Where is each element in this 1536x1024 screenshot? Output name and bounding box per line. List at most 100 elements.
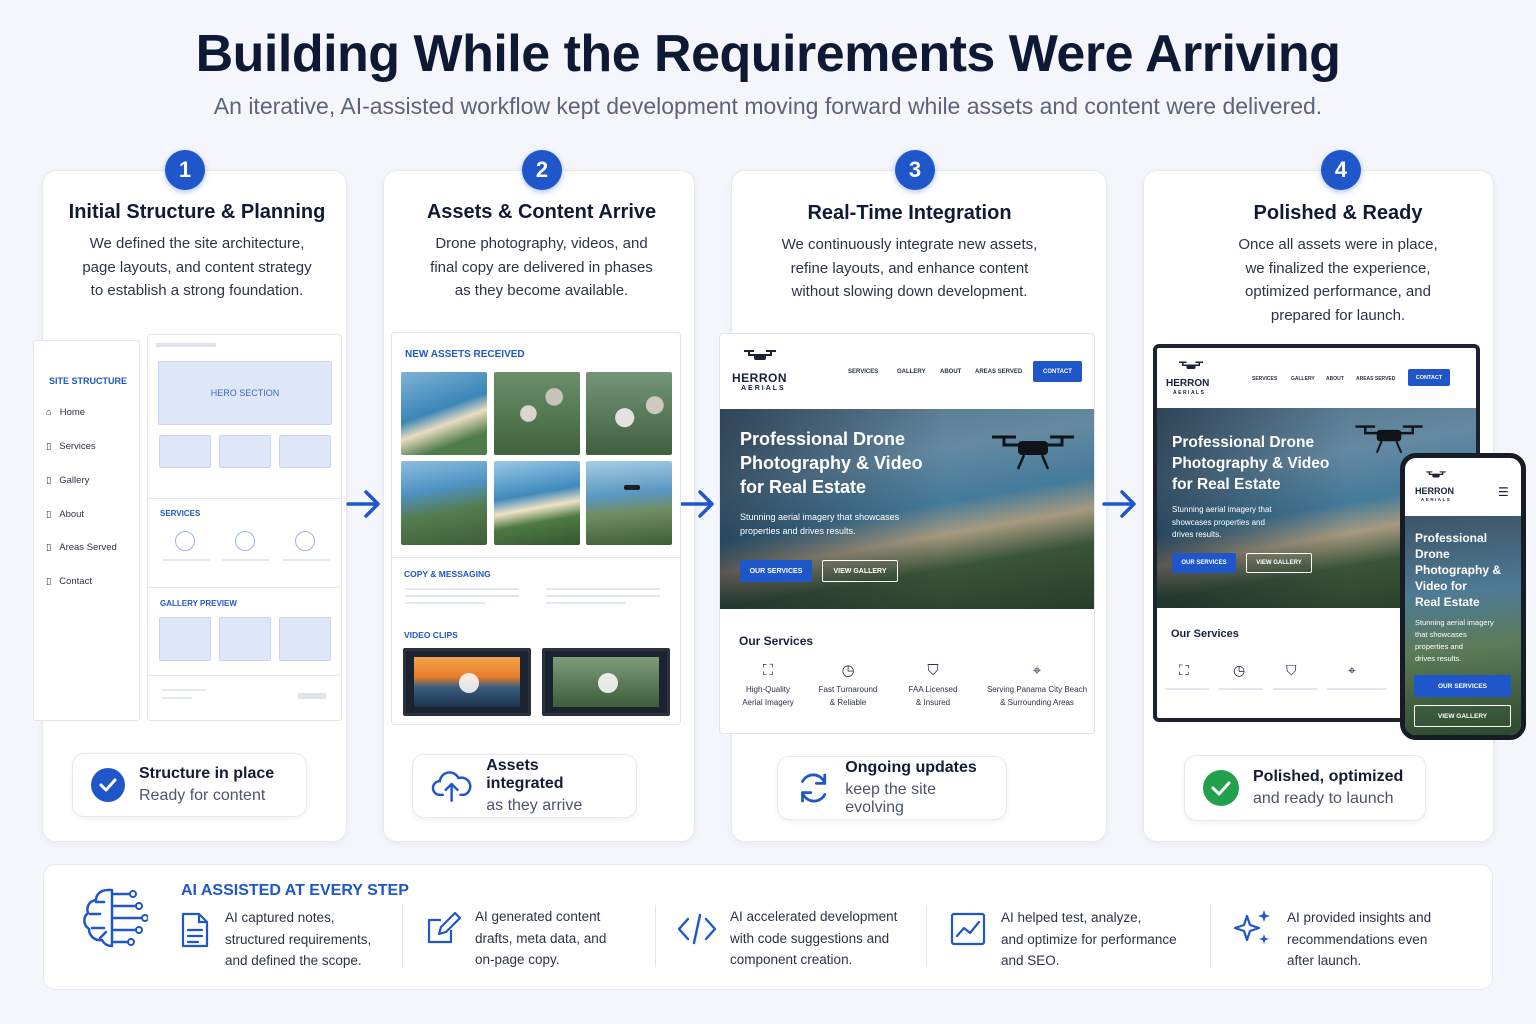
contact-button[interactable]: CONTACT xyxy=(1408,369,1450,386)
page-icon: ▯ xyxy=(46,509,52,520)
hero-heading: Professional Drone Photography & Video for… xyxy=(1172,434,1330,493)
step-badge-4: 4 xyxy=(1321,150,1361,190)
our-services-button[interactable]: OUR SERVICES xyxy=(1414,675,1511,697)
refresh-icon xyxy=(801,773,827,803)
mobile-hero-heading: Professional Drone Photography & Video for R… xyxy=(1415,531,1501,609)
cloud-upload-icon xyxy=(431,771,472,802)
hero-subtext: Stunning aerial imagery that showcases pr… xyxy=(740,512,900,536)
page-icon: ▯ xyxy=(46,475,52,486)
assets-heading: NEW ASSETS RECEIVED xyxy=(405,349,525,360)
site-structure-panel: SITE STRUCTURE ⌂ Home ▯ Services ▯ Gallery … xyxy=(33,340,140,721)
aerial-photo xyxy=(494,372,580,455)
step-desc-2: Drone photography, videos, and final copy… xyxy=(430,235,653,299)
wf-services-label: SERVICES xyxy=(160,509,201,518)
nav-about[interactable]: ABOUT xyxy=(940,369,961,375)
wf-nav-home[interactable]: ⌂ Home xyxy=(46,407,85,418)
brand-sub: AERIALS xyxy=(741,385,786,392)
ai-item-content: AI generated content drafts, meta data, a… xyxy=(475,909,607,967)
wf-hero: HERO SECTION xyxy=(158,361,332,425)
page-icon: ▯ xyxy=(46,576,52,587)
mobile-hero-subtext: Stunning aerial imagery that showcases pro… xyxy=(1415,618,1494,663)
contact-button[interactable]: CONTACT xyxy=(1033,361,1082,382)
nav-areas[interactable]: AREAS SERVED xyxy=(975,369,1022,375)
site-preview: HERRON AERIALS SERVICES GALLERY ABOUT AR… xyxy=(719,333,1095,734)
wf-nav-areas[interactable]: ▯ Areas Served xyxy=(46,542,117,553)
service-licensed: ⛉ FAA Licensed & Insured xyxy=(895,663,971,709)
step-badge-1: 1 xyxy=(165,150,205,190)
sparkle-icon xyxy=(1233,910,1270,944)
site-structure-label: SITE STRUCTURE xyxy=(49,376,128,386)
status-structure: Structure in place Ready for content xyxy=(72,753,307,817)
drone-icon xyxy=(992,435,1074,470)
wf-gallery-label: GALLERY PREVIEW xyxy=(160,599,237,608)
page-icon: ▯ xyxy=(46,441,52,452)
wireframe-page: HERO SECTION SERVICES GALLERY PREVIEW xyxy=(147,334,342,721)
location-icon: ⌖ xyxy=(1032,662,1042,679)
arrow-right-icon xyxy=(1102,490,1136,518)
view-gallery-button[interactable]: VIEW GALLERY xyxy=(1414,705,1511,727)
brand-logo: HERRON xyxy=(1415,486,1455,496)
aerial-photo xyxy=(401,461,487,545)
nav-gallery[interactable]: GALLERY xyxy=(897,369,925,375)
hero-subtext: Stunning aerial imagery that showcases pr… xyxy=(1172,505,1272,539)
wf-nav-about[interactable]: ▯ About xyxy=(46,509,84,520)
video-clip[interactable] xyxy=(403,648,531,716)
location-icon: ⌖ xyxy=(1348,662,1356,678)
page-subtitle: An iterative, AI-assisted workflow kept … xyxy=(213,93,1323,119)
mobile-hero: Professional Drone Photography & Video for R… xyxy=(1405,516,1521,735)
wf-nav-services[interactable]: ▯ Services xyxy=(46,441,96,452)
video-heading: VIDEO CLIPS xyxy=(404,630,458,640)
aerial-photo xyxy=(494,461,580,545)
aerial-photo xyxy=(401,372,487,455)
image-icon: ⛶ xyxy=(762,662,774,679)
brand-logo: HERRON xyxy=(732,371,788,385)
step-badge-2: 2 xyxy=(522,150,562,190)
nav-about[interactable]: ABOUT xyxy=(1326,376,1344,382)
our-services-button[interactable]: OUR SERVICES xyxy=(740,560,812,582)
check-circle-icon xyxy=(91,768,125,802)
nav-services[interactable]: SERVICES xyxy=(1252,376,1277,382)
code-icon xyxy=(677,913,717,945)
ai-item-requirements: AI captured notes, structured requirement… xyxy=(225,910,372,968)
step-title-1: Initial Structure & Planning xyxy=(68,201,326,223)
page-title: Building While the Requirements Were Arr… xyxy=(195,25,1341,83)
service-turnaround: ◷ Fast Turnaround & Reliable xyxy=(810,662,886,709)
step-desc-1: We defined the site architecture, page la… xyxy=(82,235,312,299)
check-circle-icon xyxy=(1203,770,1239,806)
page-icon: ▯ xyxy=(46,542,52,553)
mobile-preview: HERRON AERIALS ☰ Professional Drone Photog… xyxy=(1400,453,1526,740)
nav-areas[interactable]: AREAS SERVED xyxy=(1356,376,1395,382)
step-title-3: Real-Time Integration xyxy=(807,202,1012,224)
nav-services[interactable]: SERVICES xyxy=(848,369,878,375)
play-icon xyxy=(598,673,618,693)
status-launch: Polished, optimized and ready to launch xyxy=(1184,755,1426,821)
step-desc-4: Once all assets were in place, we finaliz… xyxy=(1238,236,1438,324)
ai-item-testing: AI helped test, analyze, and optimize for… xyxy=(1001,910,1177,968)
drone-logo-icon xyxy=(742,348,778,364)
drone-logo-icon xyxy=(1426,471,1446,478)
drone-logo-icon xyxy=(1177,359,1205,371)
our-services-button[interactable]: OUR SERVICES xyxy=(1172,553,1236,573)
step-desc-3: We continuously integrate new assets, ref… xyxy=(781,236,1038,300)
arrow-right-icon xyxy=(680,490,714,518)
image-icon: ⛶ xyxy=(1179,662,1189,678)
brand-logo: HERRON xyxy=(1166,378,1210,389)
assets-panel: NEW ASSETS RECEIVED COPY & MESSAGING VID… xyxy=(391,332,681,725)
arrow-right-icon xyxy=(346,490,380,518)
brain-circuit-icon xyxy=(83,888,148,948)
menu-icon[interactable]: ☰ xyxy=(1498,485,1509,499)
wf-nav-contact[interactable]: ▯ Contact xyxy=(46,576,92,587)
view-gallery-button[interactable]: VIEW GALLERY xyxy=(822,560,898,582)
view-gallery-button[interactable]: VIEW GALLERY xyxy=(1246,553,1312,573)
ai-item-insights: AI provided insights and recommendations … xyxy=(1287,910,1432,968)
video-clip[interactable] xyxy=(542,648,670,716)
clock-icon: ◷ xyxy=(841,662,855,679)
nav-gallery[interactable]: GALLERY xyxy=(1291,376,1315,382)
ai-item-development: AI accelerated development with code sugg… xyxy=(730,909,898,967)
hero-banner: Professional Drone Photography & Video for… xyxy=(720,409,1094,609)
wf-nav-gallery[interactable]: ▯ Gallery xyxy=(46,475,89,486)
aerial-photo xyxy=(586,372,672,455)
ai-heading: AI ASSISTED AT EVERY STEP xyxy=(181,882,409,899)
drone-icon xyxy=(1355,425,1423,454)
brand-sub: AERIALS xyxy=(1421,497,1452,502)
